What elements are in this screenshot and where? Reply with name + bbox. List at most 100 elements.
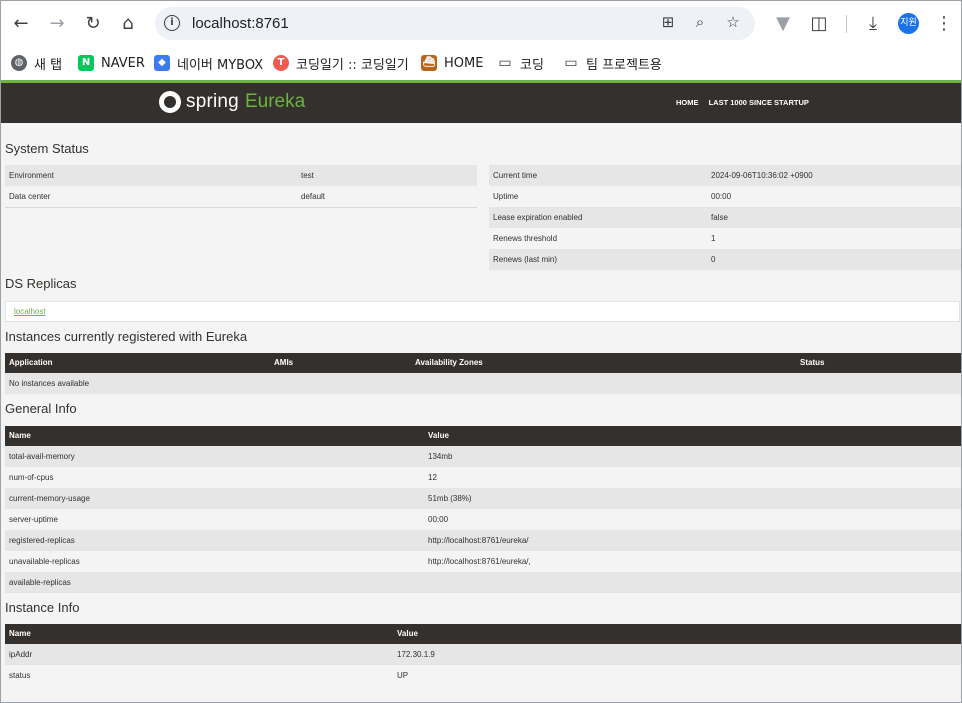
forward-arrow-icon[interactable]: → (45, 11, 69, 35)
status-value: test (301, 171, 314, 180)
table-row: Renews threshold 1 (489, 228, 961, 249)
column-header: Name (9, 431, 31, 440)
menu-kebab-icon[interactable]: ⋮ (932, 11, 956, 35)
table-row: No instances available (5, 373, 961, 394)
info-name: available-replicas (9, 578, 71, 587)
zoom-icon[interactable]: ⌕ (689, 13, 711, 35)
download-icon[interactable]: ⤓ (861, 11, 885, 35)
column-header: Availability Zones (415, 358, 483, 367)
ship-icon: ⛴ (421, 55, 437, 71)
table-row: Data center default (5, 186, 477, 208)
table-row: total-avail-memory 134mb (5, 446, 961, 467)
table-row: status UP (5, 665, 961, 686)
bookmark-star-icon[interactable]: ☆ (722, 13, 744, 35)
general-info-title: General Info (5, 401, 77, 416)
table-row: num-of-cpus 12 (5, 467, 961, 488)
system-status-left-table: Environment test Data center default (5, 165, 477, 208)
bookmark-new-tab[interactable]: ◍ 새 탭 (11, 53, 62, 73)
table-row: server-uptime 00:00 (5, 509, 961, 530)
table-header-row: Name Value (5, 624, 961, 644)
info-value: 51mb (38%) (428, 494, 472, 503)
replica-link-localhost[interactable]: localhost (14, 307, 46, 316)
general-info-table: Name Value total-avail-memory 134mb num-… (5, 426, 961, 593)
naver-icon: N (78, 55, 94, 71)
folder-icon: ▭ (498, 55, 512, 71)
bookmark-folder-team[interactable]: ▭ 팀 프로젝트용 (563, 53, 662, 73)
mybox-icon: ◆ (154, 55, 170, 71)
column-header: Value (428, 431, 449, 440)
info-name: current-memory-usage (9, 494, 90, 503)
back-arrow-icon[interactable]: ← (9, 11, 33, 35)
ds-replicas-list: localhost (5, 301, 960, 322)
table-row: current-memory-usage 51mb (38%) (5, 488, 961, 509)
system-status-right-table: Current time 2024-09-06T10:36:02 +0900 U… (489, 165, 961, 270)
bookmark-naver[interactable]: N NAVER (78, 53, 145, 73)
table-row: unavailable-replicas http://localhost:87… (5, 551, 961, 572)
extensions-puzzle-icon[interactable]: ◫ (807, 11, 831, 35)
table-header-row: Name Value (5, 426, 961, 446)
ds-replicas-title: DS Replicas (5, 276, 77, 291)
address-url[interactable]: localhost:8761 (192, 15, 289, 32)
column-header: AMIs (274, 358, 294, 367)
info-value: 172.30.1.9 (397, 650, 435, 659)
table-row: Environment test (5, 165, 477, 186)
eureka-navbar: spring Eureka HOME LAST 1000 SINCE START… (1, 83, 961, 123)
translate-icon[interactable]: ⊞ (657, 13, 679, 35)
status-value: 0 (711, 255, 716, 264)
bookmark-coding-diary[interactable]: T 코딩일기 :: 코딩일기 (273, 53, 409, 73)
instances-title: Instances currently registered with Eure… (5, 329, 248, 344)
empty-state-text: No instances available (9, 379, 90, 388)
nav-last-1000-link[interactable]: LAST 1000 SINCE STARTUP (709, 98, 809, 107)
instance-info-table: Name Value ipAddr 172.30.1.9 status UP (5, 624, 961, 686)
status-label: Lease expiration enabled (493, 213, 583, 222)
status-label: Environment (9, 171, 54, 180)
column-header: Value (397, 629, 418, 638)
vivaldi-extension-icon[interactable]: ▼ (771, 11, 795, 35)
bookmark-mybox[interactable]: ◆ 네이버 MYBOX (154, 53, 263, 73)
brand-eureka-text: Eureka (244, 91, 306, 112)
spring-eureka-logo[interactable]: spring Eureka (159, 91, 305, 113)
info-name: ipAddr (9, 650, 33, 659)
status-label: Renews (last min) (493, 255, 558, 264)
bookmark-home[interactable]: ⛴ HOME (421, 53, 483, 73)
info-value: 12 (428, 473, 437, 482)
browser-toolbar: ← → ↻ ⌂ i localhost:8761 ⊞ ⌕ ☆ ▼ ◫ ⤓ 지원 … (1, 1, 961, 46)
status-label: Data center (9, 192, 51, 201)
instances-table: Application AMIs Availability Zones Stat… (5, 353, 961, 394)
status-value: 2024-09-06T10:36:02 +0900 (711, 171, 813, 180)
table-row: Lease expiration enabled false (489, 207, 961, 228)
system-status-title: System Status (5, 141, 89, 156)
table-row: registered-replicas http://localhost:876… (5, 530, 961, 551)
instance-info-title: Instance Info (5, 600, 80, 615)
address-bar[interactable]: i localhost:8761 ⊞ ⌕ ☆ (155, 7, 755, 40)
column-header: Status (800, 358, 825, 367)
profile-avatar[interactable]: 지원 (898, 13, 919, 34)
home-icon[interactable]: ⌂ (116, 11, 140, 35)
bookmarks-bar: ◍ 새 탭 N NAVER ◆ 네이버 MYBOX T 코딩일기 :: 코딩일기 ⛴ HO… (1, 46, 961, 80)
info-name: server-uptime (9, 515, 58, 524)
tistory-icon: T (273, 55, 289, 71)
brand-spring-text: spring (186, 91, 239, 112)
spring-leaf-icon (159, 91, 181, 113)
table-row: Current time 2024-09-06T10:36:02 +0900 (489, 165, 961, 186)
info-value: UP (397, 671, 409, 680)
status-value: 1 (711, 234, 716, 243)
reload-icon[interactable]: ↻ (81, 11, 105, 35)
info-name: unavailable-replicas (9, 557, 80, 566)
column-header: Application (9, 358, 53, 367)
site-info-icon[interactable]: i (164, 15, 180, 31)
info-value: http://localhost:8761/eureka/, (428, 557, 531, 566)
globe-icon: ◍ (11, 55, 27, 71)
status-label: Renews threshold (493, 234, 558, 243)
info-name: status (9, 671, 31, 680)
table-row: available-replicas (5, 572, 961, 593)
status-value: false (711, 213, 728, 222)
status-value: default (301, 192, 326, 201)
bookmark-folder-coding[interactable]: ▭ 코딩 (497, 53, 544, 73)
info-name: num-of-cpus (9, 473, 54, 482)
folder-icon: ▭ (564, 55, 578, 71)
table-row: ipAddr 172.30.1.9 (5, 644, 961, 665)
info-name: total-avail-memory (9, 452, 75, 461)
nav-home-link[interactable]: HOME (676, 98, 699, 107)
status-value: 00:00 (711, 192, 732, 201)
